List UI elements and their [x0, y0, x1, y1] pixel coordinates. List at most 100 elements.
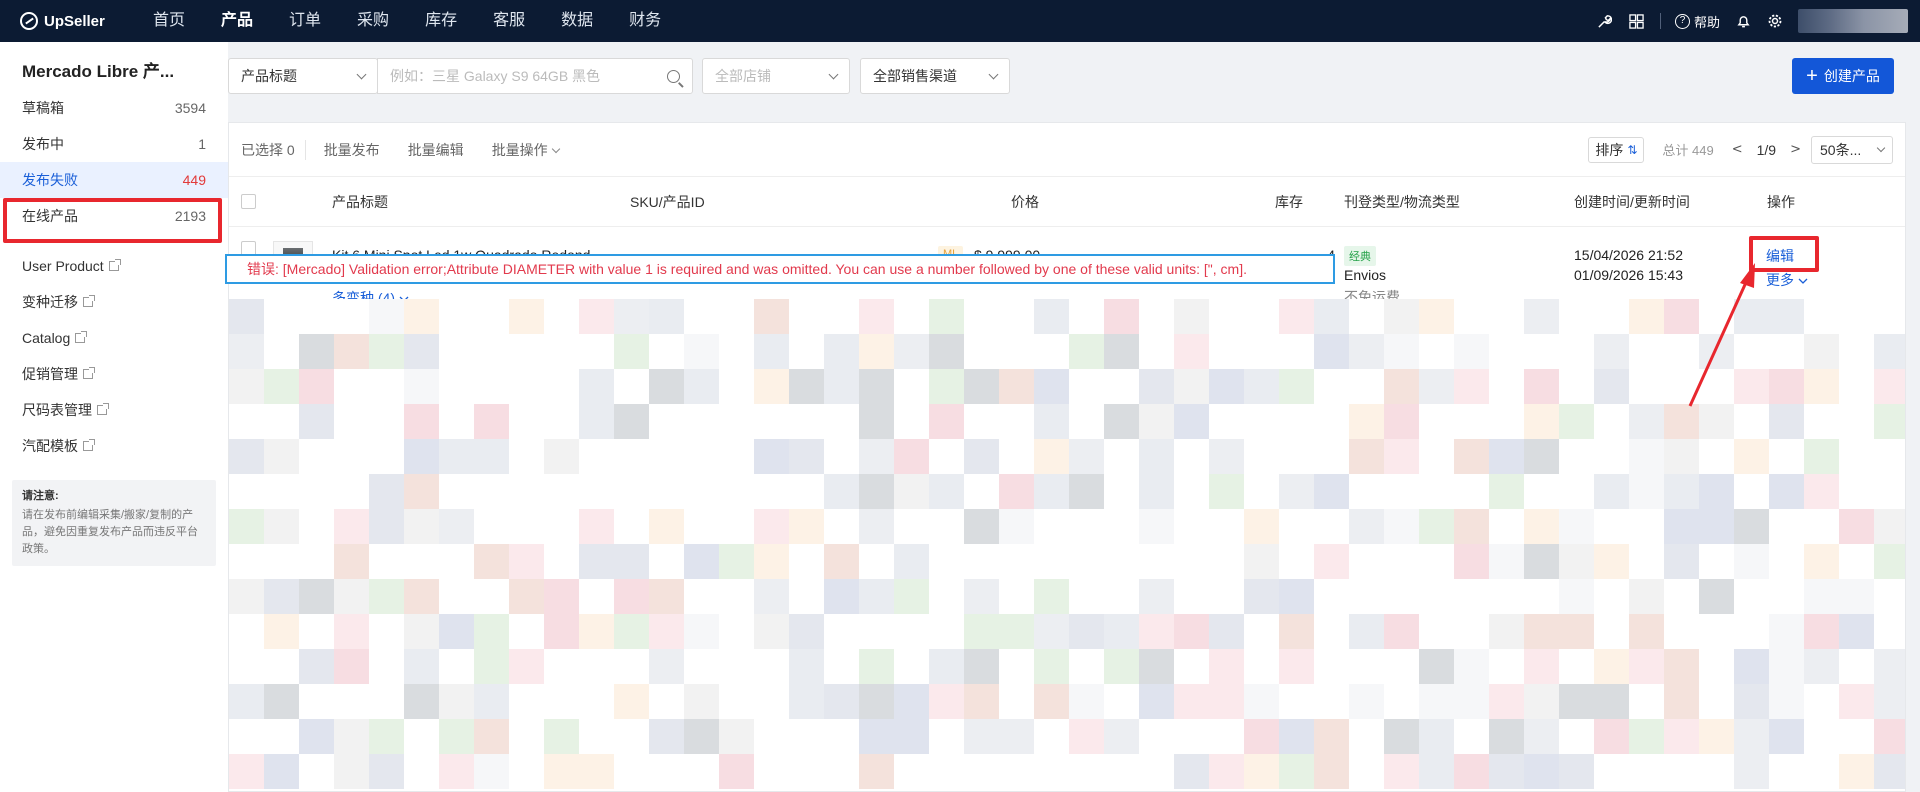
sidebar-link-promotions[interactable]: 促销管理 — [0, 356, 228, 392]
nav-item-home[interactable]: 首页 — [135, 0, 203, 42]
nav-item-products[interactable]: 产品 — [203, 0, 271, 42]
blur-pixel — [1139, 509, 1174, 544]
field-select[interactable]: 产品标题 — [228, 58, 378, 94]
blur-pixel — [929, 369, 964, 404]
blur-pixel — [579, 754, 614, 789]
search-input[interactable]: 例如：三星 Galaxy S9 64GB 黑色 — [377, 58, 693, 94]
blur-pixel — [229, 754, 264, 789]
account-avatar[interactable] — [1798, 9, 1908, 33]
logo[interactable]: UpSeller — [0, 12, 130, 30]
blur-pixel — [1874, 754, 1905, 789]
store-select[interactable]: 全部店铺 — [702, 58, 850, 94]
bell-icon[interactable] — [1734, 12, 1752, 30]
blur-pixel — [1734, 369, 1769, 404]
sidebar-link-variant-migration[interactable]: 变种迁移 — [0, 284, 228, 320]
blur-pixel — [1034, 614, 1069, 649]
chevron-down-icon — [988, 69, 999, 79]
help-button[interactable]: ? 帮助 — [1674, 12, 1720, 31]
blur-pixel — [964, 439, 999, 474]
nav-item-service[interactable]: 客服 — [475, 0, 543, 42]
batch-publish-button[interactable]: 批量发布 — [310, 140, 394, 160]
sidebar-link-user-product[interactable]: User Product — [0, 248, 228, 284]
gear-icon[interactable] — [1766, 12, 1784, 30]
sort-icon: ⇅ — [1627, 142, 1638, 157]
sidebar-link-size-chart[interactable]: 尺码表管理 — [0, 392, 228, 428]
blur-pixel — [1524, 684, 1559, 719]
blur-pixel — [579, 544, 614, 579]
blur-pixel — [1489, 754, 1524, 789]
blur-pixel — [1489, 614, 1524, 649]
blur-pixel — [1139, 474, 1174, 509]
sidebar-item-publish-failed[interactable]: 发布失败 449 — [0, 162, 228, 198]
blur-pixel — [1139, 369, 1174, 404]
blur-pixel — [614, 614, 649, 649]
blur-pixel — [1244, 369, 1279, 404]
blur-pixel — [1384, 439, 1419, 474]
blur-pixel — [614, 579, 649, 614]
blur-pixel — [404, 474, 439, 509]
blur-pixel — [474, 684, 509, 719]
nav-item-purchase[interactable]: 采购 — [339, 0, 407, 42]
blur-pixel — [1209, 369, 1244, 404]
blur-pixel — [1804, 369, 1839, 404]
blur-pixel — [859, 299, 894, 334]
blur-pixel — [474, 614, 509, 649]
blur-pixel — [1629, 299, 1664, 334]
blur-pixel — [1244, 684, 1279, 719]
blur-pixel — [999, 369, 1034, 404]
blur-pixel — [1279, 719, 1314, 754]
batch-edit-button[interactable]: 批量编辑 — [394, 140, 478, 160]
blur-pixel — [894, 439, 929, 474]
blur-pixel — [1524, 299, 1559, 334]
channel-select[interactable]: 全部销售渠道 — [860, 58, 1010, 94]
next-page-icon[interactable]: > — [1790, 142, 1801, 157]
blur-pixel — [1314, 719, 1349, 754]
blur-pixel — [649, 579, 684, 614]
sidebar-item-publishing[interactable]: 发布中 1 — [0, 126, 228, 162]
blur-pixel — [824, 369, 859, 404]
nav-item-data[interactable]: 数据 — [543, 0, 611, 42]
prev-page-icon[interactable]: < — [1732, 142, 1743, 157]
create-product-button[interactable]: + 创建产品 — [1792, 58, 1894, 94]
sidebar-link-label: 汽配模板 — [22, 438, 78, 454]
wrench-icon[interactable] — [1596, 12, 1614, 30]
pager: < 1/9 > — [1732, 142, 1801, 158]
apps-grid-icon[interactable] — [1628, 12, 1646, 30]
blur-pixel — [1524, 509, 1559, 544]
blur-pixel — [1104, 719, 1139, 754]
chevron-down-icon — [551, 144, 560, 153]
select-all-checkbox[interactable] — [241, 194, 256, 209]
page-size-value: 50条... — [1820, 141, 1862, 158]
blur-pixel — [404, 369, 439, 404]
nav-item-inventory[interactable]: 库存 — [407, 0, 475, 42]
sidebar-link-label: 尺码表管理 — [22, 402, 92, 418]
sidebar-item-online[interactable]: 在线产品 2193 — [0, 198, 228, 234]
blur-pixel — [964, 684, 999, 719]
search-icon[interactable] — [667, 69, 680, 83]
blur-pixel — [1454, 439, 1489, 474]
external-link-icon — [83, 367, 95, 379]
page-size-select[interactable]: 50条... — [1811, 135, 1893, 164]
sidebar-link-catalog[interactable]: Catalog — [0, 320, 228, 356]
blur-pixel — [1349, 684, 1384, 719]
blur-pixel — [1454, 649, 1489, 684]
nav-item-orders[interactable]: 订单 — [271, 0, 339, 42]
blur-pixel — [1699, 404, 1734, 439]
sidebar-link-auto-parts-template[interactable]: 汽配模板 — [0, 428, 228, 464]
blur-pixel — [1769, 719, 1804, 754]
blur-pixel — [439, 614, 474, 649]
blur-pixel — [1349, 404, 1384, 439]
blur-pixel — [929, 649, 964, 684]
sidebar-item-drafts[interactable]: 草稿箱 3594 — [0, 90, 228, 126]
nav-item-finance[interactable]: 财务 — [611, 0, 679, 42]
blur-pixel — [1034, 439, 1069, 474]
blur-pixel — [1279, 649, 1314, 684]
sort-button[interactable]: 排序 ⇅ — [1588, 136, 1645, 163]
blur-pixel — [929, 684, 964, 719]
batch-ops-dropdown[interactable]: 批量操作 — [478, 140, 573, 160]
blur-pixel — [684, 369, 719, 404]
blur-pixel — [684, 684, 719, 719]
sidebar-link-label: 促销管理 — [22, 366, 78, 382]
sidebar-item-label: 发布失败 — [22, 172, 78, 188]
blur-pixel — [299, 649, 334, 684]
